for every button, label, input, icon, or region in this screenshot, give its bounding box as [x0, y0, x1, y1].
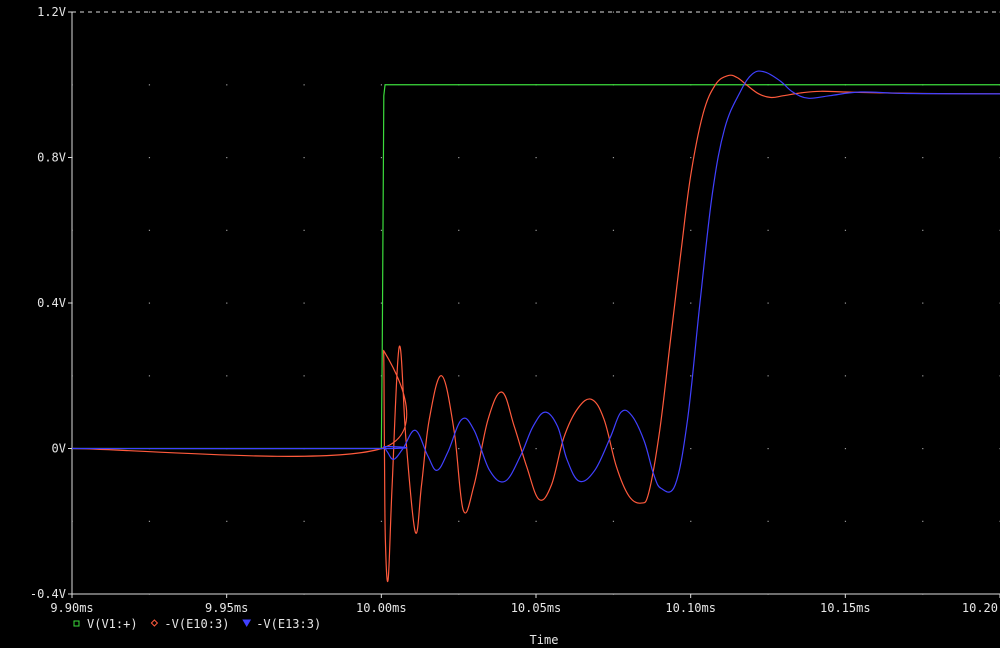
grid-dot [226, 157, 228, 159]
grid-dot [458, 520, 460, 522]
grid-dot [612, 157, 615, 159]
grid-dot [612, 375, 615, 377]
grid-dot [922, 375, 924, 377]
grid-dot [148, 229, 151, 231]
x-tick-labels: 9.90ms 9.95ms 10.00ms 10.05ms 10.10ms 10.15ms… [50, 601, 998, 615]
series-line-1 [72, 84, 1000, 450]
grid-dot [303, 229, 305, 231]
x-tick-label: 10.15ms [820, 601, 871, 615]
grid-dot [690, 157, 692, 159]
grid-dot [458, 302, 460, 304]
grid-dot [226, 229, 228, 231]
x-tick-label: 9.95ms [205, 601, 248, 615]
grid-dot [844, 520, 847, 522]
y-tick-label: 0.8V [37, 151, 66, 165]
grid-dot [148, 11, 151, 13]
grid-dot [148, 375, 151, 377]
grid-dot [535, 375, 537, 377]
grid-dot [148, 157, 151, 159]
grid-dot [380, 11, 383, 13]
legend-entry-label: V(V1:+) [87, 617, 138, 631]
x-tick-label: 10.10ms [665, 601, 716, 615]
grid-dot [303, 84, 305, 86]
grid-dot [922, 302, 924, 304]
grid-dot [767, 520, 769, 522]
series-layer [71, 70, 1000, 583]
legend-marker-square-icon [73, 620, 80, 627]
y-tick-label: 0V [52, 442, 66, 456]
legend-entry-label: -V(E10:3) [164, 617, 229, 631]
grid-dot [844, 375, 847, 377]
grid-dot [767, 375, 769, 377]
legend-entry-label: -V(E13:3) [256, 617, 321, 631]
grid-dot [690, 229, 692, 231]
grid-dot [612, 229, 615, 231]
grid-dot [226, 302, 228, 304]
grid-dot [690, 448, 692, 450]
series-line-2 [71, 74, 1000, 583]
grid-dot [612, 520, 615, 522]
axes [68, 11, 1000, 598]
y-tick-label: -0.4V [30, 587, 66, 601]
grid-dot [922, 520, 924, 522]
transient-plot: 1.2V 0.8V 0.4V 0V -0.4V 9.90ms 9.95ms 10.00ms 1… [30, 5, 1000, 647]
grid-dot [690, 520, 692, 522]
y-tick-label: 1.2V [37, 5, 66, 19]
grid-dot [844, 229, 847, 231]
grid-dot [844, 302, 847, 304]
grid-dots [71, 11, 1000, 595]
y-tick-labels: 1.2V 0.8V 0.4V 0V -0.4V [30, 5, 66, 601]
grid-dot [380, 229, 383, 231]
grid-dot [844, 448, 847, 450]
grid-dot [922, 448, 924, 450]
grid-dot [380, 520, 383, 522]
grid-dot [690, 302, 692, 304]
legend-marker-diamond-icon [150, 619, 159, 627]
grid-dot [303, 375, 305, 377]
grid-dot [612, 11, 615, 13]
grid-dot [148, 302, 151, 304]
x-tick-label: 10.05ms [511, 601, 562, 615]
x-axis-label: Time [530, 633, 559, 647]
grid-dot [380, 84, 383, 86]
grid-dot [458, 375, 460, 377]
grid-dot [458, 448, 460, 450]
grid-dot [922, 157, 924, 159]
grid-dot [148, 84, 151, 86]
grid-dot [844, 11, 847, 13]
x-tick-label: 9.90ms [50, 601, 93, 615]
grid-dot [148, 520, 151, 522]
legend-marker-triangle-icon [242, 619, 252, 627]
grid-dot [612, 448, 615, 450]
x-tick-label: 10.00ms [356, 601, 407, 615]
grid-dot [767, 229, 769, 231]
grid-dot [535, 520, 537, 522]
grid-dot [380, 302, 383, 304]
grid-dot [303, 520, 305, 522]
grid-dot [535, 229, 537, 231]
series-line-3 [71, 70, 1000, 493]
grid-dot [612, 302, 615, 304]
grid-dot [690, 375, 692, 377]
grid-dot [226, 520, 228, 522]
grid-dot [922, 229, 924, 231]
grid-dot [844, 157, 847, 159]
grid-dot [380, 157, 383, 159]
x-tick-label: 10.20 [962, 601, 998, 615]
grid-dot [458, 157, 460, 159]
grid-dot [226, 84, 228, 86]
y-tick-label: 0.4V [37, 296, 66, 310]
legend: V(V1:+) -V(E10:3) -V(E13:3) [73, 617, 321, 631]
grid-dot [458, 229, 460, 231]
grid-dot [226, 375, 228, 377]
